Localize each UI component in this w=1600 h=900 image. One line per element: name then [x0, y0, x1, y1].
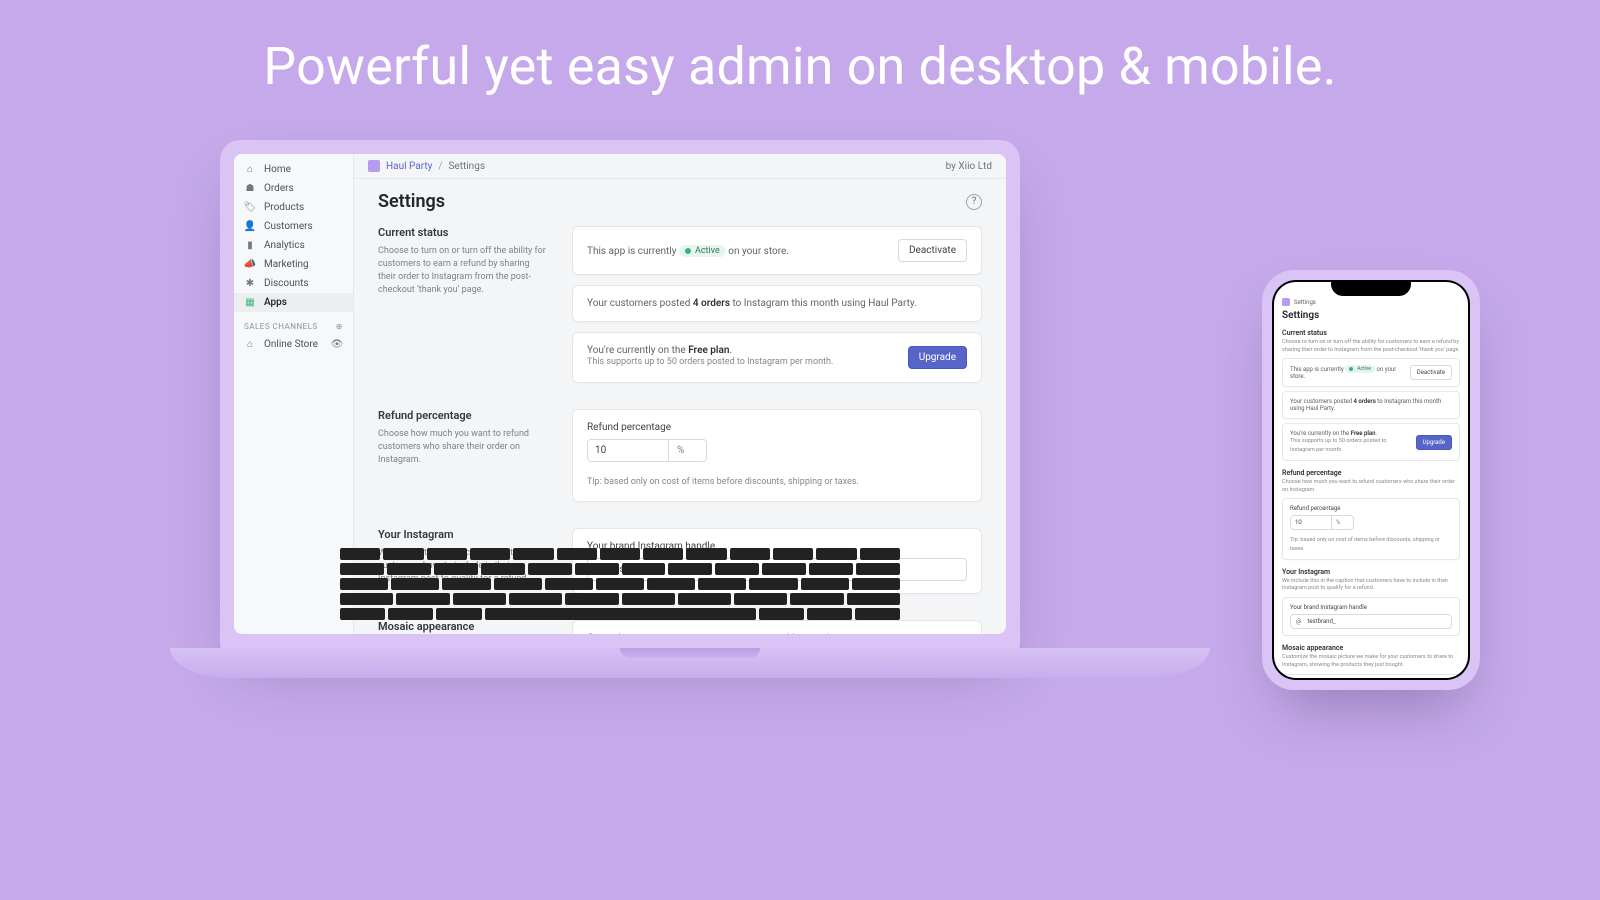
usage-card: Your customers posted 4 orders to Instag…: [572, 285, 982, 322]
preview-label: Live preview: [787, 633, 967, 634]
laptop-mock: ⌂ Home ☗ Orders 🏷 Products 👤 Customers ▮ Anal…: [170, 140, 1070, 678]
refund-input[interactable]: [588, 440, 668, 461]
desktop-admin-screen: ⌂ Home ☗ Orders 🏷 Products 👤 Customers ▮ Anal…: [234, 154, 1006, 634]
at-icon: @: [596, 564, 605, 575]
admin-sidebar: ⌂ Home ☗ Orders 🏷 Products 👤 Customers ▮ Anal…: [234, 154, 354, 634]
instagram-input[interactable]: [611, 564, 958, 575]
mobile-admin-screen: Settings Settings Current status Choose …: [1274, 282, 1468, 678]
sidebar-item-products[interactable]: 🏷 Products: [234, 198, 353, 217]
refund-card: Refund percentage % Tip: based only on c…: [572, 409, 982, 503]
sidebar-item-customers[interactable]: 👤 Customers: [234, 217, 353, 236]
upgrade-button[interactable]: Upgrade: [908, 346, 967, 369]
sidebar-item-apps[interactable]: ▦ Apps: [234, 293, 353, 312]
breadcrumb-app[interactable]: Haul Party: [386, 161, 432, 172]
gap-color-label: Gap color: [587, 633, 757, 634]
orders-icon: ☗: [244, 183, 256, 194]
section-heading-mosaic: Mosaic appearance: [378, 620, 548, 633]
section-help-refund: Choose how much you want to refund custo…: [378, 428, 548, 467]
instagram-input[interactable]: [1307, 618, 1446, 625]
deactivate-button[interactable]: Deactivate: [1410, 365, 1452, 380]
sidebar-channels-header: SALES CHANNELS⊕: [234, 312, 353, 335]
sidebar-item-marketing[interactable]: 📣 Marketing: [234, 255, 353, 274]
section-help-status: Choose to turn on or turn off the abilit…: [378, 245, 548, 297]
section-heading-instagram: Your Instagram: [378, 528, 548, 541]
breadcrumb: Settings: [1282, 298, 1460, 306]
store-icon: ⌂: [244, 339, 256, 350]
discount-icon: ✱: [244, 278, 256, 289]
sidebar-item-label: Analytics: [264, 240, 305, 251]
section-help-instagram: We include this in the caption that cust…: [1282, 578, 1460, 593]
app-logo: [1282, 298, 1290, 306]
instagram-card: Your brand Instagram handle @: [1282, 597, 1460, 636]
chart-icon: ▮: [244, 240, 256, 251]
deactivate-button[interactable]: Deactivate: [898, 239, 967, 262]
upgrade-button[interactable]: Upgrade: [1416, 435, 1452, 450]
status-card: This app is currently Active on your sto…: [1282, 358, 1460, 387]
sidebar-item-discounts[interactable]: ✱ Discounts: [234, 274, 353, 293]
refund-card: Refund percentage % Tip: based only on c…: [1282, 498, 1460, 560]
user-icon: 👤: [244, 221, 256, 232]
refund-input[interactable]: [1291, 516, 1331, 529]
refund-label: Refund percentage: [587, 422, 967, 433]
section-heading-refund: Refund percentage: [378, 409, 548, 422]
instagram-label: Your brand Instagram handle: [587, 541, 967, 552]
sidebar-item-label: Discounts: [264, 278, 309, 289]
section-help-mosaic: Customize the mosaic picture we make for…: [1282, 654, 1460, 669]
plan-card: You're currently on the Free plan. This …: [572, 332, 982, 383]
sidebar-item-analytics[interactable]: ▮ Analytics: [234, 236, 353, 255]
section-heading-status: Current status: [378, 226, 548, 239]
sidebar-item-label: Customers: [264, 221, 313, 232]
status-badge: Active: [1345, 365, 1375, 373]
phone-mock: Settings Settings Current status Choose …: [1262, 270, 1480, 690]
sidebar-item-label: Marketing: [264, 259, 309, 270]
help-icon[interactable]: ?: [966, 194, 982, 210]
refund-input-group: %: [587, 439, 707, 462]
plan-card: You're currently on the Free plan. This …: [1282, 423, 1460, 461]
page-title: Settings: [378, 191, 445, 212]
sidebar-item-orders[interactable]: ☗ Orders: [234, 179, 353, 198]
sidebar-item-label: Online Store: [264, 339, 318, 350]
section-heading-instagram: Your Instagram: [1282, 568, 1460, 576]
sidebar-item-label: Apps: [264, 297, 287, 308]
section-help-instagram: We include this in the caption that cust…: [378, 547, 548, 586]
instagram-card: Your brand Instagram handle @: [572, 528, 982, 594]
section-heading-status: Current status: [1282, 329, 1460, 337]
app-logo: [368, 160, 380, 172]
hero-headline: Powerful yet easy admin on desktop & mob…: [0, 36, 1600, 97]
breadcrumb-attribution: by Xiio Ltd: [946, 161, 992, 172]
sidebar-item-home[interactable]: ⌂ Home: [234, 160, 353, 179]
page-title: Settings: [1282, 310, 1460, 321]
breadcrumb-page: Settings: [1294, 299, 1316, 306]
sidebar-item-online-store[interactable]: ⌂ Online Store 👁: [234, 335, 353, 354]
sidebar-item-label: Products: [264, 202, 304, 213]
section-heading-refund: Refund percentage: [1282, 469, 1460, 477]
sidebar-item-label: Home: [264, 164, 291, 175]
status-card: This app is currently Active on your sto…: [572, 226, 982, 275]
usage-card: Your customers posted 4 orders to Instag…: [1282, 391, 1460, 419]
breadcrumb: Haul Party / Settings by Xiio Ltd: [354, 154, 1006, 179]
section-heading-mosaic: Mosaic appearance: [1282, 644, 1460, 652]
apps-icon: ▦: [244, 297, 256, 308]
refund-suffix: %: [668, 440, 692, 461]
mosaic-card: Gap color Tile background Reset to defau…: [1282, 674, 1460, 679]
status-badge: Active: [679, 245, 726, 257]
mosaic-card: Gap color Tile background Reset to defau…: [572, 620, 982, 634]
section-help-refund: Choose how much you want to refund custo…: [1282, 479, 1460, 494]
eye-icon[interactable]: 👁: [331, 339, 343, 350]
breadcrumb-page: Settings: [448, 161, 485, 172]
tag-icon: 🏷: [244, 202, 256, 213]
add-channel-icon[interactable]: ⊕: [336, 322, 343, 331]
refund-tip: Tip: based only on cost of items before …: [587, 476, 967, 490]
home-icon: ⌂: [244, 164, 256, 175]
section-help-status: Choose to turn on or turn off the abilit…: [1282, 339, 1460, 354]
sidebar-item-label: Orders: [264, 183, 294, 194]
bullhorn-icon: 📣: [244, 259, 256, 270]
